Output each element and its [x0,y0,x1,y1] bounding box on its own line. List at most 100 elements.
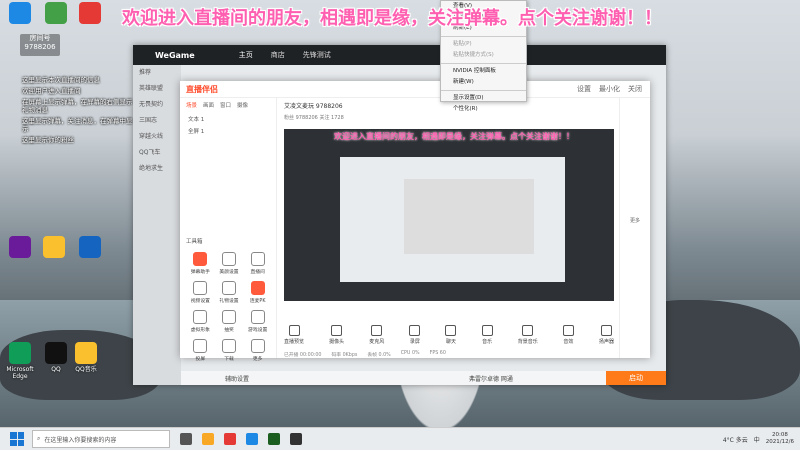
tool-item[interactable]: 虚拟形象 [186,310,215,333]
studio-control[interactable]: 直播预览 [284,325,304,345]
desktop-icon[interactable] [72,236,108,260]
wegame-nav-1[interactable]: 商店 [271,50,285,60]
tool-icon [250,281,265,295]
search-icon: ⌕ [37,435,41,442]
tool-item[interactable]: 视频设置 [186,281,215,304]
stream-preview[interactable]: 欢迎进入直播间的朋友，相遇即是缘，关注弹幕。点个关注谢谢！！ [284,129,614,301]
context-menu-item[interactable]: 显示设置(D) [441,93,526,104]
tool-item[interactable]: 礼物设置 [215,281,244,304]
studio-tab[interactable]: 场景 [186,101,197,109]
desktop-icon[interactable] [2,236,38,260]
tool-label: 视频设置 [190,299,210,304]
taskbar-search[interactable]: ⌕ 在这里输入你要搜索的内容 [32,430,170,448]
studio-header-tool[interactable]: 设置 [577,84,591,94]
tool-item[interactable]: 弹幕助手 [186,252,215,275]
tool-label: 连麦PK [249,299,266,304]
weather-text[interactable]: 4°C 多云 [723,435,748,444]
desktop-icon[interactable] [38,2,74,26]
source-item[interactable]: 全屏 1 [180,125,276,137]
studio-control[interactable]: 音乐 [481,325,493,345]
context-menu-item[interactable]: 新建(W) [441,77,526,88]
studio-control[interactable]: 麦克风 [369,325,384,345]
control-label: 音乐 [482,339,493,345]
studio-control[interactable]: 背景音乐 [518,325,538,345]
studio-tab[interactable]: 画面 [203,101,214,109]
studio-tab[interactable]: 窗口 [220,101,231,109]
tool-item[interactable]: 直播间 [243,252,272,275]
tool-item[interactable]: 抽奖 [215,310,244,333]
chat-message: 这里显示弹幕，关注消息，在弹幕中显示 [22,117,133,133]
wegame-nav-2[interactable]: 先锋测试 [303,50,331,60]
desktop-app-icon [9,236,31,258]
room-label: 房间号 [29,34,51,42]
status-item: 已开播 00:00:00 [284,353,322,358]
wegame-logo: WeGame [155,50,195,60]
game-server[interactable]: 弗雷尔卓德 网通 [469,374,513,383]
studio-brand: 直播伴侣 [186,84,218,94]
studio-control[interactable]: 录屏 [409,325,421,345]
context-menu-item[interactable]: NVIDIA 控制面板 [441,66,526,77]
room-id: 9788206 [24,43,56,51]
desktop-icon[interactable]: Microsoft Edge [2,342,38,380]
studio-header-tool[interactable]: 最小化 [599,84,620,94]
studio-tab[interactable]: 摄像 [237,101,248,109]
desktop-app-icon [43,236,65,258]
context-menu-item: 粘贴快捷方式(S) [453,52,494,58]
desktop-icon[interactable] [72,2,108,26]
wegame-sidebar-item[interactable]: QQ飞车 [133,145,181,161]
control-icon [371,325,383,336]
wegame-sidebar-item[interactable]: 三国志 [133,113,181,129]
taskbar-app-icon[interactable] [268,433,280,445]
launch-button[interactable]: 启动 [606,371,666,385]
control-icon [445,325,457,336]
status-item: 码率 0Kbps [331,353,358,358]
control-label: 麦克风 [369,339,385,345]
more-button[interactable]: 更多 [620,217,650,224]
assist-settings-link[interactable]: 辅助设置 [225,374,249,383]
control-icon [522,325,534,336]
desktop-icon[interactable] [2,2,38,26]
wegame-sidebar-item[interactable]: 绝地求生 [133,161,181,177]
tool-item[interactable]: 下载 [215,339,244,362]
control-icon [409,325,421,336]
tool-icon [221,339,236,353]
tool-item[interactable]: 投屏 [186,339,215,362]
wegame-sidebar-item[interactable]: 穿越火线 [133,129,181,145]
menu-separator [441,63,526,64]
wegame-nav-0[interactable]: 主页 [239,50,253,60]
taskbar-app-icon[interactable] [290,433,302,445]
taskbar-app-icon[interactable] [202,433,214,445]
tool-label: 礼物设置 [219,299,239,304]
studio-control[interactable]: 音效 [562,325,574,345]
control-label: 摄像头 [329,339,345,345]
source-item[interactable]: 文本 1 [180,113,276,125]
studio-header-tool[interactable]: 关闭 [628,84,642,94]
studio-window: 直播伴侣 设置 最小化 关闭 场景 画面 窗口 摄像 文本 1 全屏 1 工具箱 弹幕助手 美… [180,81,650,362]
desktop-icon[interactable]: QQ音乐 [68,342,104,373]
windows-start-icon[interactable] [10,432,24,446]
streamer-name: 艾凌文麦玩 9788206 [284,103,343,110]
desktop-icon[interactable] [36,236,72,260]
tool-item[interactable]: 美颜设置 [215,252,244,275]
taskbar-app-icon[interactable] [224,433,236,445]
tool-icon [250,339,265,353]
context-menu-item[interactable]: 个性化(R) [441,104,526,115]
wegame-sidebar-item[interactable]: 推荐 [133,65,181,81]
studio-control[interactable]: 聊天 [445,325,457,345]
taskbar-app-icon[interactable] [180,433,192,445]
search-placeholder: 在这里输入你要搜索的内容 [44,436,117,444]
control-label: 音效 [563,339,574,345]
control-icon [481,325,493,336]
tool-item[interactable]: 更多 [243,339,272,362]
studio-control[interactable]: 摄像头 [329,325,344,345]
menu-separator [441,36,526,37]
studio-control[interactable]: 扬声器 [599,325,614,345]
menu-separator [441,90,526,91]
wegame-sidebar-item[interactable]: 英雄联盟 [133,81,181,97]
clock[interactable]: 20:08 2021/12/6 [766,432,794,446]
ime-indicator[interactable]: 中 [754,435,760,444]
taskbar-app-icon[interactable] [246,433,258,445]
tool-item[interactable]: 连麦PK [243,281,272,304]
wegame-sidebar-item[interactable]: 无畏契约 [133,97,181,113]
tool-item[interactable]: 游戏设置 [243,310,272,333]
